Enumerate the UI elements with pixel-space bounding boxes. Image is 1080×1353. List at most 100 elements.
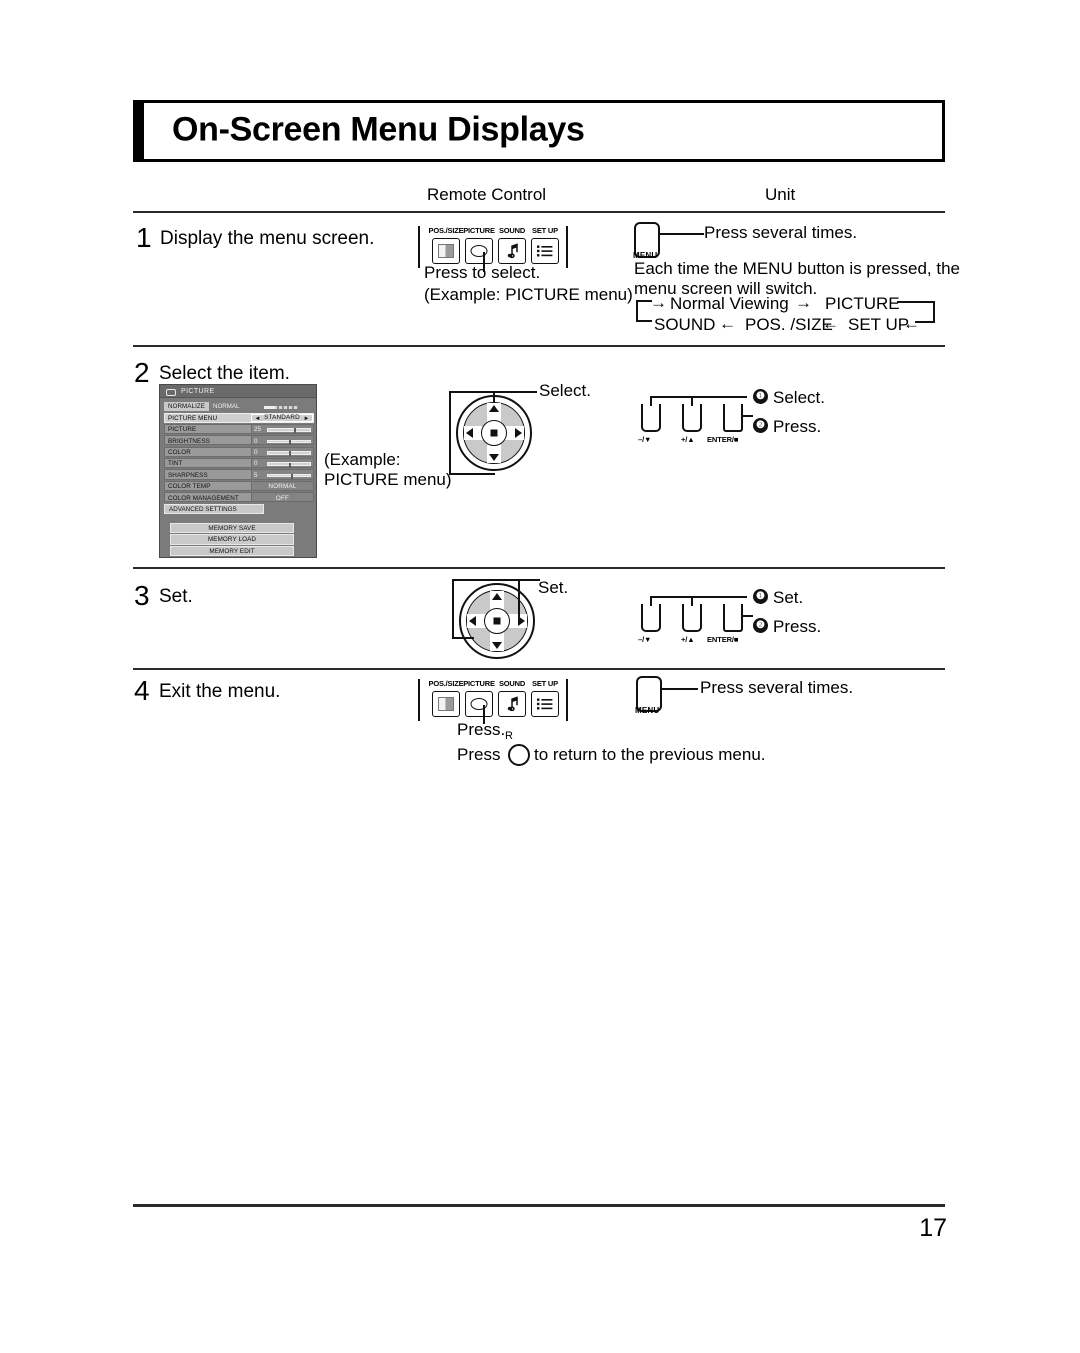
cycle-right-connector (933, 301, 935, 323)
sound-note-icon (504, 696, 520, 712)
dpad-bracket-bottom-step2 (449, 473, 495, 475)
unit-plus-up-button-step3[interactable] (682, 604, 702, 632)
step-4-number: 4 (134, 675, 150, 706)
chevron-right-icon[interactable]: ► (304, 416, 310, 422)
picture-oval-icon-osd (166, 388, 176, 396)
dpad-bracket-top-step3 (452, 579, 520, 581)
remote-edge-right (566, 679, 568, 721)
osd-row-tint-value-wrap[interactable]: 0 (251, 459, 313, 468)
osd-row-color-management-value-wrap[interactable]: OFF (251, 493, 313, 502)
osd-row-tint-slider[interactable] (267, 462, 311, 468)
remote-button-picture-step4[interactable]: PICTURE (463, 679, 495, 717)
osd-row-brightness-slider[interactable] (267, 439, 311, 445)
step-1-remote-note-2: (Example: PICTURE menu) (424, 285, 633, 304)
remote-button-sound-step4[interactable]: SOUND (498, 679, 526, 717)
osd-row-sharpness-label: SHARPNESS (168, 471, 208, 479)
dpad-center-button[interactable] (481, 420, 507, 446)
osd-row-brightness[interactable]: BRIGHTNESS 0 (164, 435, 314, 446)
unit-plus-up-button-step2[interactable] (682, 404, 702, 432)
osd-row-color-temp-value: NORMAL (268, 483, 297, 491)
arrow-down-icon[interactable] (489, 454, 499, 461)
remote-dpad-step3[interactable] (459, 583, 535, 659)
remote-button-pos-size[interactable]: POS./SIZE (429, 226, 464, 264)
arrow-down-icon[interactable] (492, 642, 502, 649)
step-2-unit-callout-1: Select. (773, 388, 825, 407)
cycle-arrow-top-left: → (650, 293, 667, 312)
remote-button-set-up-label: SET UP (532, 226, 558, 235)
remote-dpad-step2[interactable] (456, 395, 532, 471)
dpad-bracket-top-step2 (449, 391, 495, 393)
osd-memory-save-button[interactable]: MEMORY SAVE (170, 522, 294, 534)
osd-row-brightness-value-wrap[interactable]: 0 (251, 436, 313, 445)
dpad-center-button[interactable] (484, 608, 510, 634)
arrow-right-icon[interactable] (515, 428, 522, 438)
osd-row-tint[interactable]: TINT 0 (164, 458, 314, 469)
remote-button-picture-label: PICTURE (463, 226, 495, 235)
osd-memory-edit-button[interactable]: MEMORY EDIT (170, 546, 294, 557)
osd-normalize-button[interactable]: NORMALIZE (164, 402, 209, 411)
arrow-left-icon[interactable] (466, 428, 473, 438)
unit-enter-button-step2[interactable] (723, 404, 743, 432)
cycle-node-normal-viewing: Normal Viewing (670, 294, 789, 313)
unit-enter-label-step3: ENTER/■ (707, 635, 739, 644)
remote-button-pos-size-label: POS./SIZE (428, 226, 464, 235)
step-3-remote-callout: Set. (538, 578, 569, 597)
page-title-box: On-Screen Menu Displays (133, 100, 945, 162)
unit-minus-down-button-step2[interactable] (641, 404, 661, 432)
step-1-unit-note: Press several times. (704, 223, 858, 242)
cycle-arrow-top-mid: → (795, 293, 812, 312)
unit-enter-button-step3[interactable] (723, 604, 743, 632)
osd-row-color-temp-value-wrap[interactable]: NORMAL (251, 481, 313, 491)
osd-row-color-temp[interactable]: COLOR TEMP NORMAL (164, 480, 314, 491)
osd-row-brightness-value: 0 (254, 437, 258, 445)
remote-button-set-up-step4[interactable]: SET UP (531, 679, 559, 717)
cycle-node-picture: PICTURE (825, 294, 900, 313)
cycle-node-set-up: SET UP (848, 315, 910, 334)
column-header-unit: Unit (765, 185, 796, 204)
title-accent-bar (136, 103, 144, 159)
osd-row-sharpness[interactable]: SHARPNESS 5 (164, 469, 314, 480)
cycle-top-right-connector (897, 301, 935, 303)
unit-bracket-stub-a-step2 (650, 398, 652, 406)
callout-marker-2-step3: ❷ (753, 618, 768, 633)
step-1-label: Display the menu screen. (160, 228, 375, 249)
arrow-up-icon[interactable] (489, 405, 499, 412)
osd-row-picture-menu-value-wrap[interactable]: ◄ STANDARD ► (251, 413, 313, 422)
osd-row-color-management[interactable]: COLOR MANAGEMENT OFF (164, 492, 314, 503)
osd-row-picture-menu[interactable]: PICTURE MENU ◄ STANDARD ► (164, 412, 314, 423)
osd-row-color-slider[interactable] (267, 451, 311, 457)
setup-list-icon (537, 698, 553, 711)
osd-row-sharpness-slider[interactable] (267, 473, 311, 479)
osd-advanced-settings-button[interactable]: ADVANCED SETTINGS (164, 503, 264, 514)
osd-row-sharpness-value-wrap[interactable]: 5 (251, 470, 313, 479)
osd-row-picture-value-wrap[interactable]: 25 (251, 424, 313, 434)
setup-list-icon (537, 245, 553, 258)
leader-line-step2-unit-1 (691, 396, 747, 398)
remote-edge-right (566, 226, 568, 268)
osd-row-color[interactable]: COLOR 0 (164, 446, 314, 457)
page-number: 17 (919, 1214, 947, 1242)
remote-button-picture[interactable]: PICTURE (463, 226, 495, 264)
step-4-label: Exit the menu. (159, 681, 281, 702)
osd-body: NORMALIZE NORMAL PICTURE MENU ◄ STANDARD… (164, 402, 314, 557)
osd-row-picture[interactable]: PICTURE 25 (164, 423, 314, 435)
arrow-left-icon[interactable] (469, 616, 476, 626)
osd-row-color-value-wrap[interactable]: 0 (251, 447, 313, 457)
remote-return-button[interactable] (508, 744, 530, 766)
osd-memory-load-button[interactable]: MEMORY LOAD (170, 534, 294, 545)
arrow-up-icon[interactable] (492, 593, 502, 600)
unit-minus-down-button-step3[interactable] (641, 604, 661, 632)
remote-button-set-up-label-step4: SET UP (532, 679, 558, 688)
osd-row-picture-label: PICTURE (168, 426, 197, 434)
divider-row-2 (133, 345, 945, 347)
remote-button-set-up[interactable]: SET UP (531, 226, 559, 264)
arrow-right-icon[interactable] (518, 616, 525, 626)
remote-button-pos-size-step4[interactable]: POS./SIZE (429, 679, 464, 717)
remote-button-sound[interactable]: SOUND (498, 226, 526, 264)
osd-row-picture-slider[interactable] (267, 428, 311, 434)
remote-button-cluster-step4: POS./SIZE PICTURE SOUND SET UP (418, 677, 568, 723)
remote-button-sound-label: SOUND (498, 226, 526, 235)
osd-row-sharpness-value: 5 (254, 471, 258, 479)
leader-line-step4 (662, 688, 698, 690)
osd-normalize-row[interactable]: NORMALIZE NORMAL (164, 402, 314, 411)
